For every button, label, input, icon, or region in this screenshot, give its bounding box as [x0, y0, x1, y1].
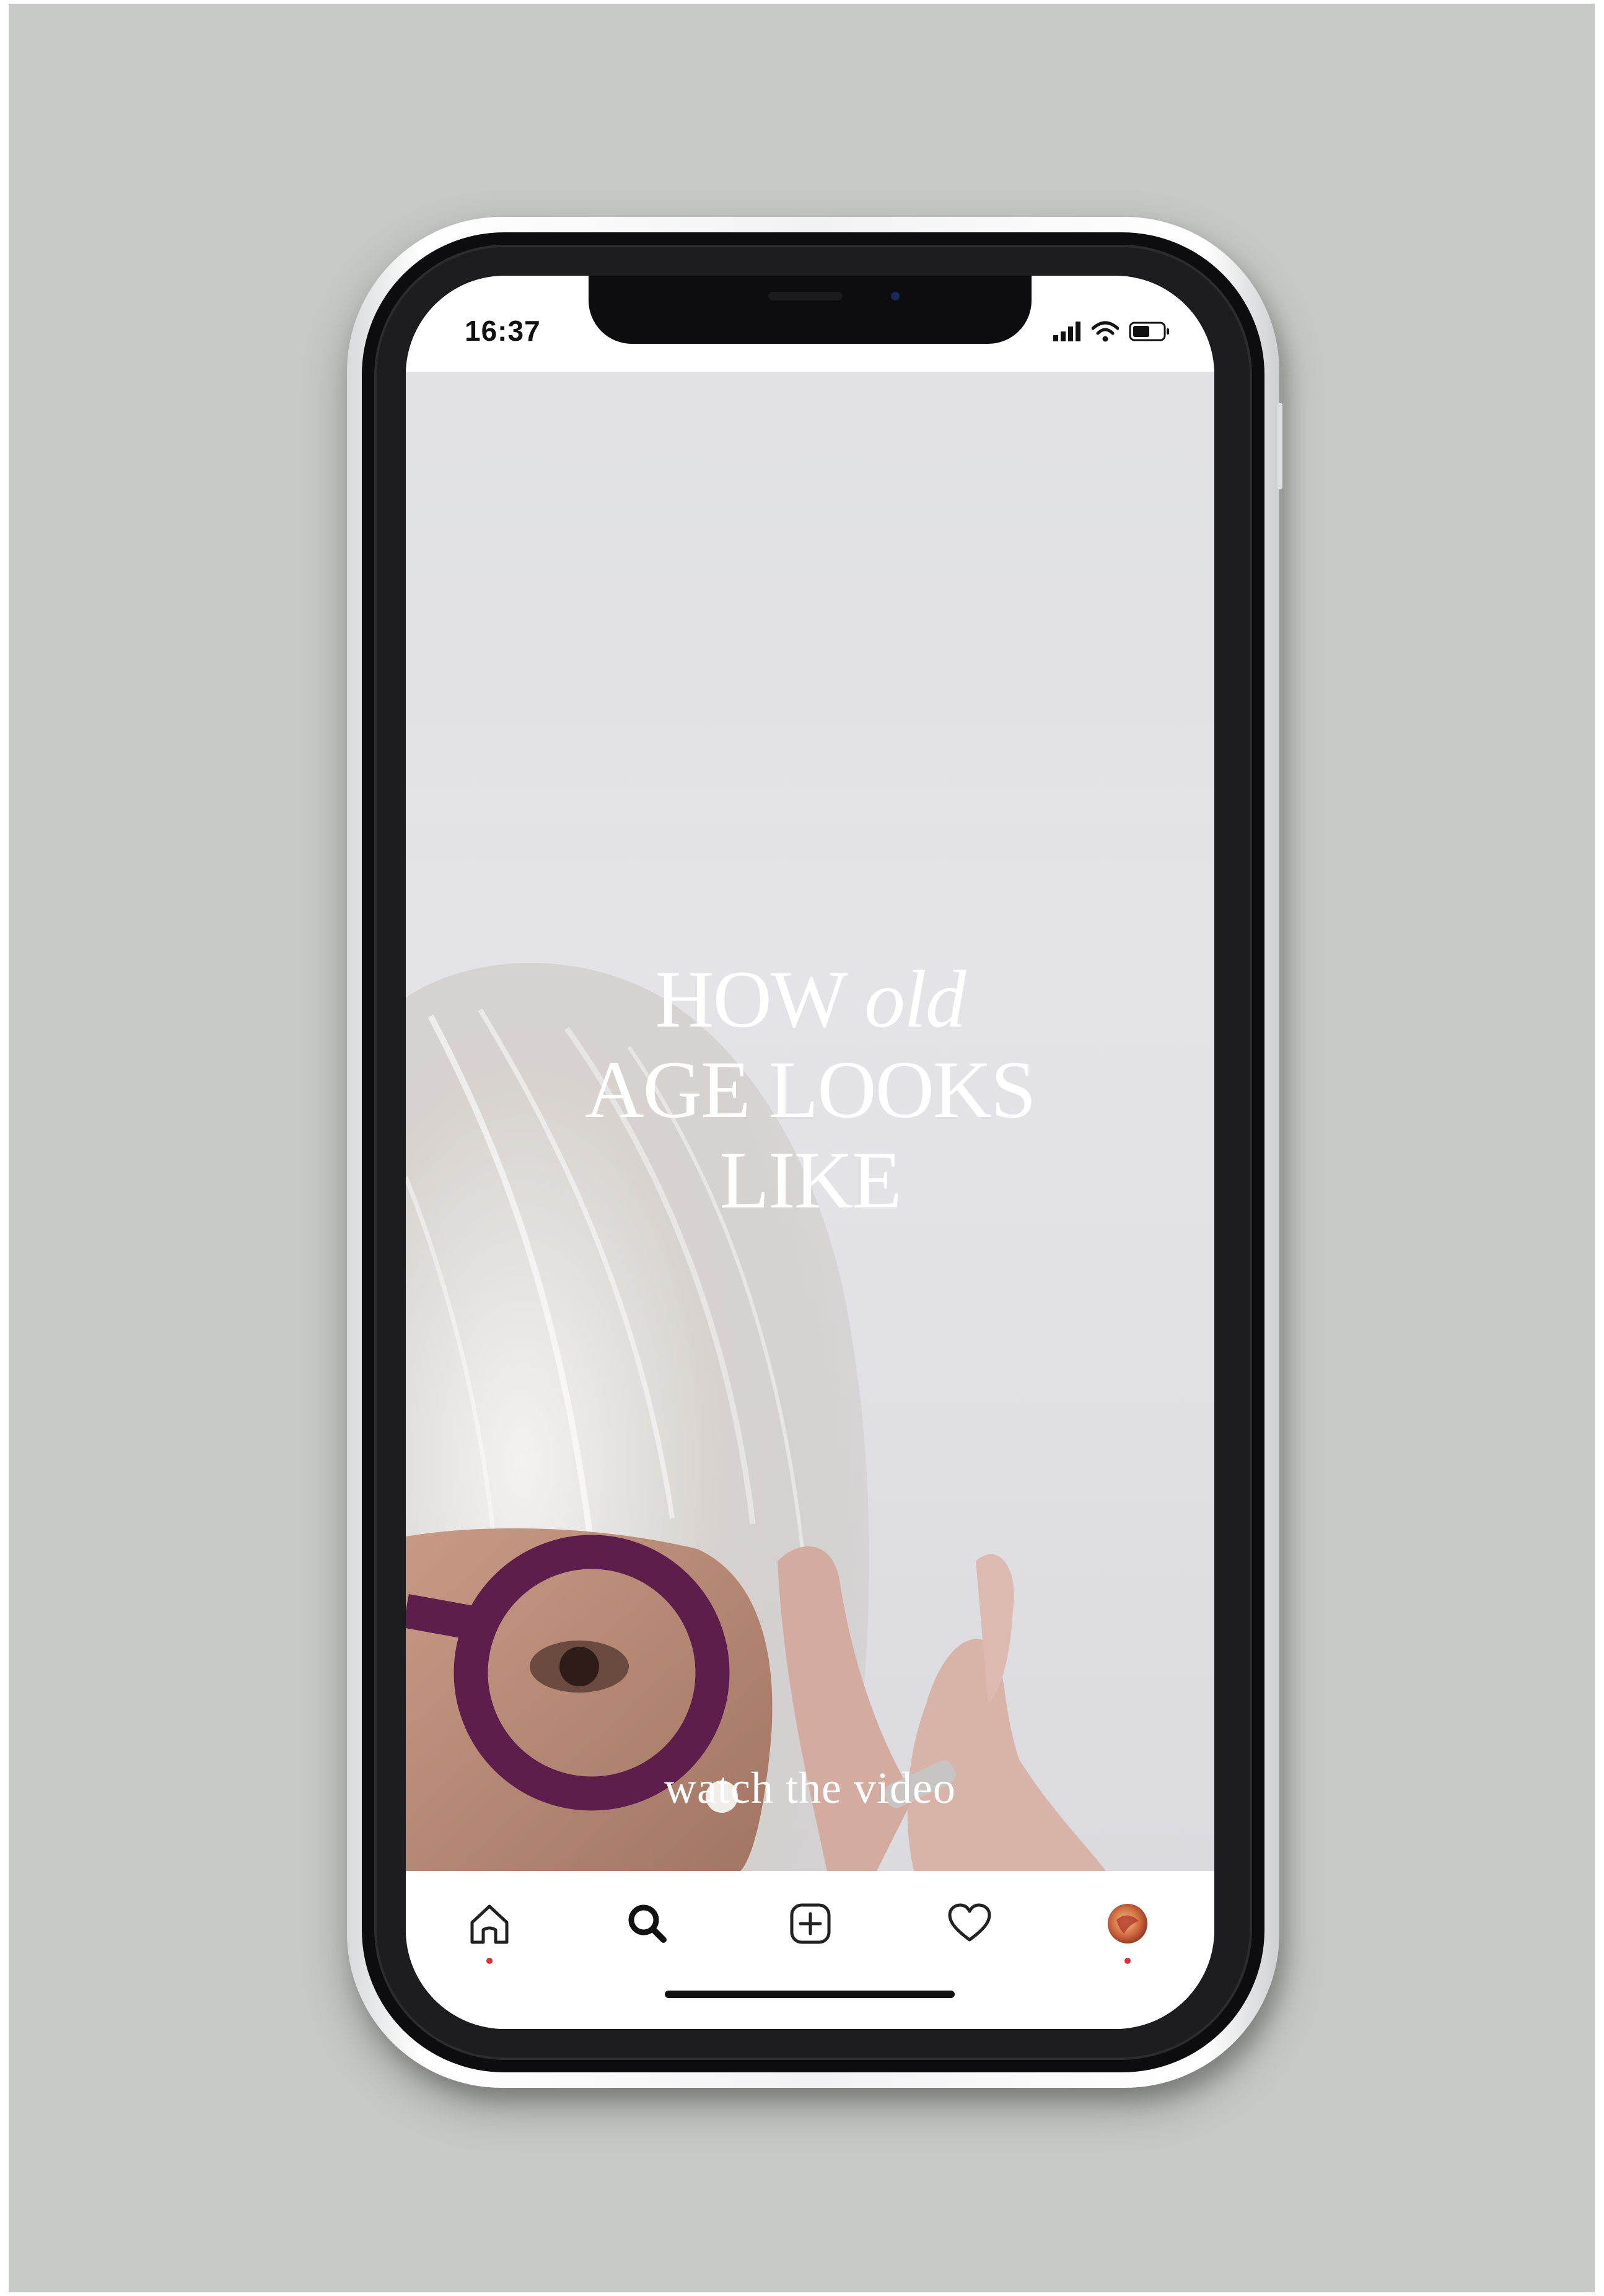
profile-avatar — [1108, 1904, 1147, 1943]
status-icons — [1053, 319, 1171, 344]
headline-line-1: HOW old — [406, 954, 1214, 1045]
heart-icon — [948, 1903, 991, 1942]
tab-add-post[interactable] — [782, 1896, 838, 1952]
headline-line-2: AGE LOOKS — [585, 1044, 1036, 1135]
headline-word-how: HOW — [655, 953, 846, 1045]
profile-notification-dot — [1124, 1958, 1131, 1964]
watch-video-link[interactable]: watch the video — [406, 1763, 1214, 1814]
home-notification-dot — [486, 1958, 493, 1964]
notch — [589, 276, 1032, 344]
side-button — [1278, 403, 1282, 489]
status-bar: 16:37 — [406, 276, 1214, 375]
tab-activity[interactable] — [942, 1896, 997, 1952]
bottom-tab-bar — [406, 1871, 1214, 2029]
phone-screen: 16:37 HOW old AGE LOOKS LIKE watch the v… — [406, 276, 1214, 2029]
headline-line-3: LIKE — [719, 1134, 902, 1225]
home-indicator[interactable] — [665, 1991, 955, 1998]
status-time: 16:37 — [465, 315, 541, 347]
earpiece-speaker — [768, 292, 843, 300]
tab-home[interactable] — [462, 1896, 517, 1964]
headline-word-old: old — [864, 953, 966, 1045]
story-headline: HOW old AGE LOOKS LIKE — [406, 954, 1214, 1225]
search-icon — [628, 1904, 667, 1943]
battery-icon — [1129, 322, 1169, 341]
home-icon — [470, 1904, 509, 1944]
tab-search[interactable] — [620, 1896, 675, 1952]
tab-profile[interactable] — [1100, 1896, 1155, 1964]
signal-icon — [1053, 322, 1080, 341]
front-camera — [891, 292, 900, 300]
story-video[interactable]: HOW old AGE LOOKS LIKE watch the video — [406, 372, 1214, 1871]
add-post-icon — [790, 1903, 831, 1944]
wifi-icon — [1092, 321, 1119, 342]
